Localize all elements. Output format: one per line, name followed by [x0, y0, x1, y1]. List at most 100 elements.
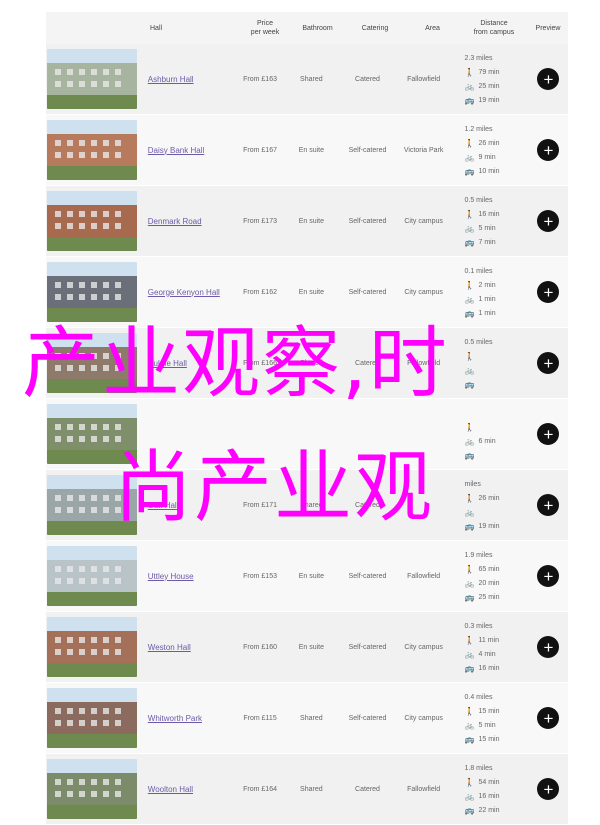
hall-photo	[46, 688, 137, 748]
distance-cell: 1.9 miles 🚶 65 min 🚲 20 min 🚌 25 min	[450, 541, 528, 611]
hall-name-cell: Ashburn Hall	[138, 44, 236, 114]
bus-time-value: 16 min	[478, 664, 500, 672]
cycle-time: 🚲 16 min	[464, 789, 528, 803]
bus-icon: 🚌	[464, 95, 475, 105]
catering-cell: Self-catered	[348, 643, 387, 651]
bus-icon: 🚌	[464, 308, 475, 318]
plus-circle-icon[interactable]: +	[537, 423, 560, 445]
plus-circle-icon[interactable]: +	[537, 210, 560, 232]
bathroom-cell	[284, 399, 338, 469]
bathroom-cell: Shared	[300, 785, 323, 793]
cycle-time-value: 4 min	[478, 650, 496, 658]
distance-cell: miles 🚶 26 min 🚲 🚌 19 min	[450, 470, 528, 540]
plus-circle-icon[interactable]: +	[537, 565, 560, 587]
table-row: Woolton Hall From £164 Shared Catered Fa…	[46, 754, 568, 825]
distance-miles: 0.5 miles	[464, 338, 493, 346]
header-distance: Distance from campus	[473, 20, 515, 36]
walk-time-value: 54 min	[478, 778, 500, 786]
hall-image-cell	[46, 541, 138, 611]
hall-link[interactable]: Ashburn Hall	[148, 75, 194, 84]
hall-link[interactable]: Woolton Hall	[148, 785, 193, 794]
plus-circle-icon[interactable]: +	[537, 778, 560, 800]
bus-icon: 🚌	[464, 521, 475, 531]
bus-time: 🚌 7 min	[464, 235, 528, 249]
distance-cell: 0.4 miles 🚶 15 min 🚲 5 min 🚌 15 min	[450, 683, 528, 753]
bus-time: 🚌 1 min	[464, 306, 528, 320]
catering-cell	[338, 399, 397, 469]
bus-time: 🚌 16 min	[464, 661, 528, 675]
walk-time: 🚶 26 min	[464, 136, 528, 150]
catering-cell: Self-catered	[348, 146, 387, 154]
walk-icon: 🚶	[464, 209, 475, 219]
price-cell: From £167	[243, 146, 277, 154]
walk-time: 🚶 11 min	[464, 633, 528, 647]
hall-link[interactable]: Uttley House	[148, 572, 194, 581]
preview-cell: +	[529, 470, 568, 540]
bike-icon: 🚲	[464, 294, 475, 304]
hall-link[interactable]: Daisy Bank Hall	[148, 146, 204, 155]
cycle-time-value: 25 min	[478, 82, 500, 90]
bus-icon: 🚌	[464, 592, 475, 602]
catering-cell: Self-catered	[348, 288, 387, 296]
bus-icon: 🚌	[464, 450, 475, 460]
price-cell: From £162	[243, 288, 277, 296]
walk-time-value: 26 min	[478, 494, 500, 502]
price-cell: From £160	[243, 643, 277, 651]
bike-icon: 🚲	[464, 649, 475, 659]
header-price: Price per week	[250, 20, 280, 36]
bus-time-value: 25 min	[478, 593, 500, 601]
catering-cell: Catered	[355, 359, 380, 367]
bathroom-cell: En suite	[298, 643, 324, 651]
bathroom-cell: En suite	[298, 572, 324, 580]
hall-image-cell	[46, 328, 138, 398]
hall-photo	[46, 120, 137, 180]
walk-icon: 🚶	[464, 706, 475, 716]
preview-cell: +	[529, 541, 568, 611]
plus-circle-icon[interactable]: +	[537, 139, 560, 161]
bus-time-value: 1 min	[478, 309, 496, 317]
hall-link[interactable]: Weston Hall	[148, 643, 191, 652]
walk-icon: 🚶	[464, 422, 475, 432]
plus-circle-icon[interactable]: +	[537, 68, 560, 90]
walk-time-value: 2 min	[478, 281, 496, 289]
hall-photo	[46, 262, 137, 322]
price-cell: From £173	[243, 217, 277, 225]
hall-link[interactable]: Denmark Road	[148, 217, 202, 226]
table-row: George Kenyon Hall From £162 En suite Se…	[46, 257, 568, 328]
area-cell: City campus	[404, 217, 443, 225]
plus-circle-icon[interactable]: +	[537, 352, 560, 374]
header-image-spacer	[46, 12, 140, 44]
plus-circle-icon[interactable]: +	[537, 707, 560, 729]
distance-cell: 🚶 🚲 6 min 🚌	[450, 399, 528, 469]
distance-cell: 1.2 miles 🚶 26 min 🚲 9 min 🚌 10 min	[450, 115, 528, 185]
plus-circle-icon[interactable]: +	[537, 636, 560, 658]
distance-miles: 1.9 miles	[464, 551, 493, 559]
hall-image-cell	[46, 257, 138, 327]
distance-cell: 0.1 miles 🚶 2 min 🚲 1 min 🚌 1 min	[450, 257, 528, 327]
area-cell: Fallowfield	[407, 785, 441, 793]
plus-circle-icon[interactable]: +	[537, 281, 560, 303]
bathroom-cell: En suite	[298, 288, 324, 296]
plus-circle-icon[interactable]: +	[537, 494, 560, 516]
distance-cell: 0.5 miles 🚶 🚲 🚌	[450, 328, 528, 398]
hall-link[interactable]: George Kenyon Hall	[148, 288, 220, 297]
hall-link[interactable]: Hulme Hall	[148, 359, 187, 368]
bus-time: 🚌	[464, 448, 528, 462]
hall-image-cell	[46, 44, 138, 114]
cycle-time: 🚲 4 min	[464, 647, 528, 661]
table-row: Daisy Bank Hall From £167 En suite Self-…	[46, 115, 568, 186]
hall-photo	[46, 617, 137, 677]
price-cell: From £164	[243, 785, 277, 793]
catering-cell: Catered	[355, 75, 380, 83]
walk-time-value: 26 min	[478, 139, 500, 147]
bus-time: 🚌 15 min	[464, 732, 528, 746]
hall-image-cell	[46, 470, 138, 540]
hall-link[interactable]: Whitworth Park	[148, 714, 202, 723]
table-body: Ashburn Hall From £163 Shared Catered Fa…	[46, 44, 568, 825]
hall-name-cell: Weston Hall	[138, 612, 236, 682]
hall-name-cell: Uttley House	[138, 541, 236, 611]
preview-cell: +	[529, 683, 568, 753]
cycle-time-value: 20 min	[478, 579, 500, 587]
bike-icon: 🚲	[464, 436, 475, 446]
hall-link[interactable]: Oak Hall	[148, 501, 179, 510]
